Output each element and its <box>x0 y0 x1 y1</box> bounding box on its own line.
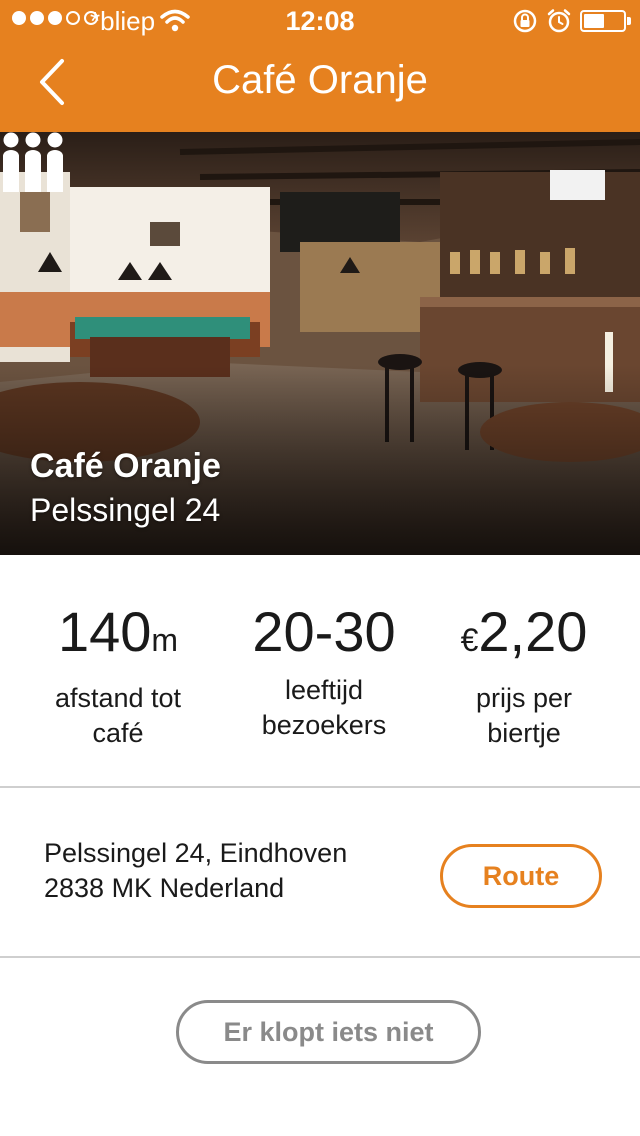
stat-age: 20-30 leeftijd bezoekers <box>224 597 424 743</box>
crowd-icon <box>3 132 63 192</box>
stat-age-value: 20-30 <box>252 600 396 663</box>
app-screen: *bliep 12:08 Café Oranje Café Oranje Pel… <box>0 0 640 1136</box>
hero-cafe-address: Pelssingel 24 <box>30 492 221 528</box>
page-title: Café Oranje <box>212 58 428 102</box>
stat-distance-value: 140 <box>57 600 152 663</box>
stat-distance-unit: m <box>151 622 179 658</box>
stat-age-label: leeftijd <box>284 675 364 705</box>
stat-price-value: 2,20 <box>478 600 588 663</box>
rotation-lock-icon <box>512 9 538 38</box>
status-time: 12:08 <box>285 6 355 36</box>
address-line-2: 2838 MK Nederland <box>44 873 285 903</box>
report-issue-button[interactable]: Er klopt iets niet <box>176 1000 481 1064</box>
stat-price-label: prijs per <box>475 683 573 713</box>
stat-distance: 140m afstand tot café <box>18 597 218 751</box>
route-button[interactable]: Route <box>440 844 602 908</box>
stat-price: €2,20 prijs per biertje <box>424 597 624 751</box>
stat-distance-label: afstand tot <box>54 683 182 713</box>
stat-distance-label-2: café <box>92 718 144 748</box>
status-bar: *bliep 12:08 <box>0 0 640 40</box>
address-section: Pelssingel 24, Eindhoven 2838 MK Nederla… <box>0 788 640 958</box>
hero-cafe-name: Café Oranje <box>30 447 221 485</box>
stat-age-label-2: bezoekers <box>261 710 387 740</box>
battery-icon <box>580 10 631 32</box>
stat-price-currency: € <box>460 622 479 658</box>
stat-price-label-2: biertje <box>487 718 561 748</box>
alarm-icon <box>546 8 572 39</box>
address-line-1: Pelssingel 24, Eindhoven <box>44 838 348 868</box>
top-bar: *bliep 12:08 Café Oranje <box>0 0 640 132</box>
address-text: Pelssingel 24, Eindhoven 2838 MK Nederla… <box>44 836 347 906</box>
cafe-photo: Café Oranje Pelssingel 24 <box>0 132 640 555</box>
stats-section: 140m afstand tot café 20-30 leeftijd bezoe… <box>0 555 640 788</box>
